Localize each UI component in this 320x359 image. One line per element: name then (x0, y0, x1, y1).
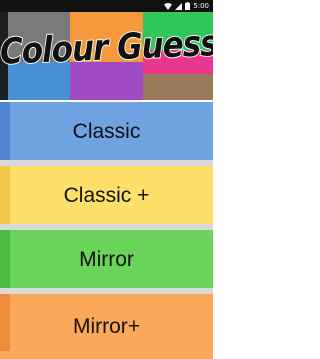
classic-button[interactable]: Classic (0, 102, 213, 168)
mirror-plus-button-label: Mirror+ (72, 314, 141, 338)
banner-tile (143, 74, 213, 100)
mirror-button[interactable]: Mirror (0, 230, 213, 296)
mirror-button-label: Mirror (79, 248, 134, 271)
title-banner: Colour Guess (0, 12, 213, 100)
status-bar: 5:00 (0, 0, 213, 12)
status-time: 5:00 (193, 2, 209, 10)
button-side (0, 102, 10, 160)
button-side (0, 230, 10, 288)
classic-plus-button-label: Classic + (63, 184, 150, 207)
signal-icon (175, 2, 183, 10)
app-title: Colour Guess (0, 22, 213, 74)
mirror-plus-button[interactable]: Mirror+ (0, 294, 213, 359)
button-side (0, 294, 10, 351)
wifi-icon (164, 2, 173, 10)
battery-icon (185, 2, 191, 10)
classic-button-label: Classic (72, 120, 141, 143)
classic-plus-button[interactable]: Classic + (0, 166, 213, 232)
button-side (0, 166, 10, 224)
